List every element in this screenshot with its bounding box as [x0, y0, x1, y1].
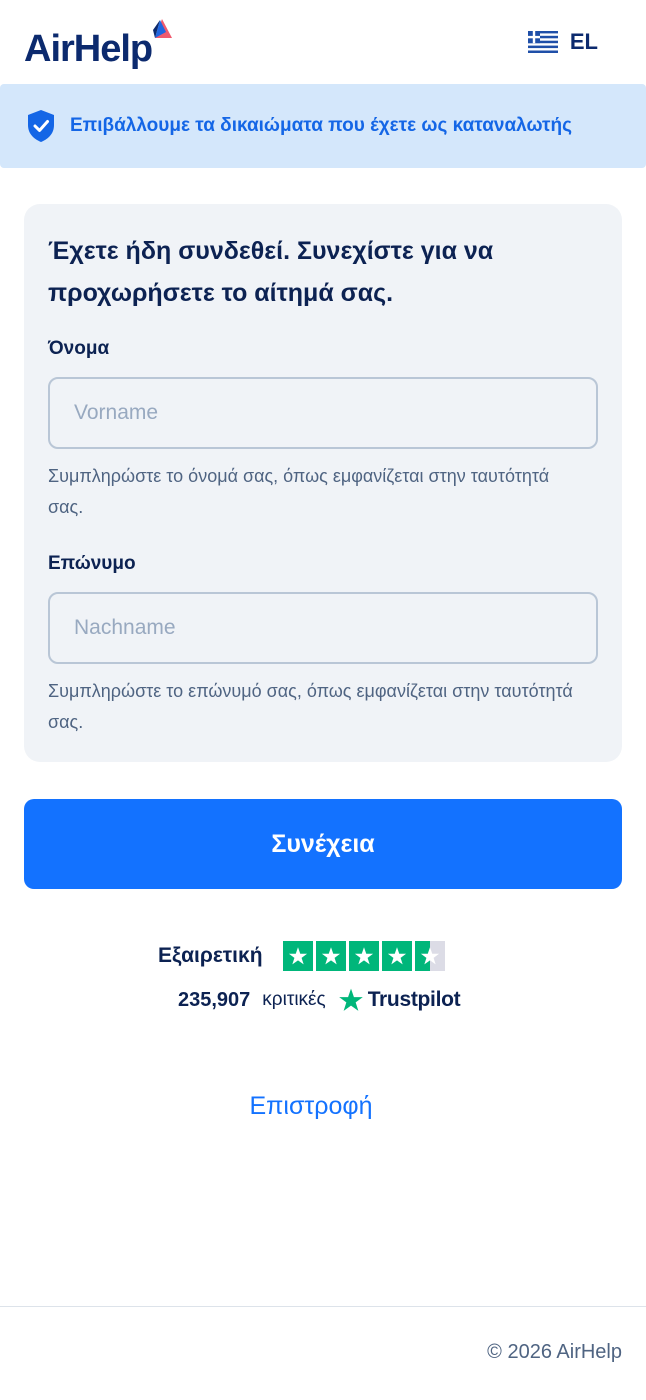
footer-divider: [0, 1306, 646, 1307]
back-link[interactable]: Επιστροφή: [0, 1092, 622, 1121]
trustpilot-brand-text: Trustpilot: [367, 988, 461, 1011]
first-name-input[interactable]: [48, 377, 598, 449]
trustpilot-brand: Trustpilot: [338, 987, 461, 1013]
header: AirHelp EL: [0, 0, 646, 84]
consumer-rights-banner: Επιβάλλουμε τα δικαιώματα που έχετε ως κ…: [0, 84, 646, 168]
page: AirHelp EL Επιβάλλουμε τα δικαιώματα που…: [0, 0, 646, 1400]
greece-flag-icon: [527, 31, 558, 53]
logo-mark-icon: [153, 19, 172, 38]
footer-copyright: © 2026 AirHelp: [487, 1341, 622, 1363]
continue-button[interactable]: Συνέχεια: [24, 799, 622, 889]
language-code: EL: [569, 29, 598, 54]
airhelp-logo[interactable]: AirHelp: [24, 18, 194, 74]
trustpilot-rating[interactable]: Εξαιρετική: [158, 940, 445, 972]
first-name-label: Όνομα: [48, 338, 110, 359]
trustpilot-star-icon: [315, 941, 346, 971]
banner-text: Επιβάλλουμε τα δικαιώματα που έχετε ως κ…: [70, 115, 572, 136]
trustpilot-star-icon: [282, 941, 313, 971]
last-name-label: Επώνυμο: [48, 553, 136, 574]
shield-check-icon: [28, 110, 54, 142]
trustpilot-star-icon: [348, 941, 379, 971]
first-name-help: Συμπληρώστε το όνομά σας, όπως εμφανίζετ…: [48, 466, 550, 517]
form-title: Έχετε ήδη συνδεθεί. Συνεχίστε για να προ…: [48, 237, 494, 307]
name-form-card: Έχετε ήδη συνδεθεί. Συνεχίστε για να προ…: [24, 204, 622, 762]
trustpilot-reviews[interactable]: 235,907 κριτικές Trustpilot: [178, 984, 461, 1016]
language-selector[interactable]: EL: [527, 28, 598, 56]
logo-text: AirHelp: [24, 28, 153, 70]
last-name-input[interactable]: [48, 592, 598, 664]
review-count: 235,907: [178, 988, 251, 1011]
trustpilot-star-icon: [338, 988, 363, 1011]
review-count-label: κριτικές: [262, 989, 326, 1010]
trustpilot-rating-text: Εξαιρετική: [158, 944, 263, 967]
last-name-help: Συμπληρώστε το επώνυμό σας, όπως εμφανίζ…: [48, 681, 573, 732]
trustpilot-star-icon: [414, 941, 445, 971]
trustpilot-stars: [282, 941, 445, 971]
trustpilot-star-icon: [381, 941, 412, 971]
